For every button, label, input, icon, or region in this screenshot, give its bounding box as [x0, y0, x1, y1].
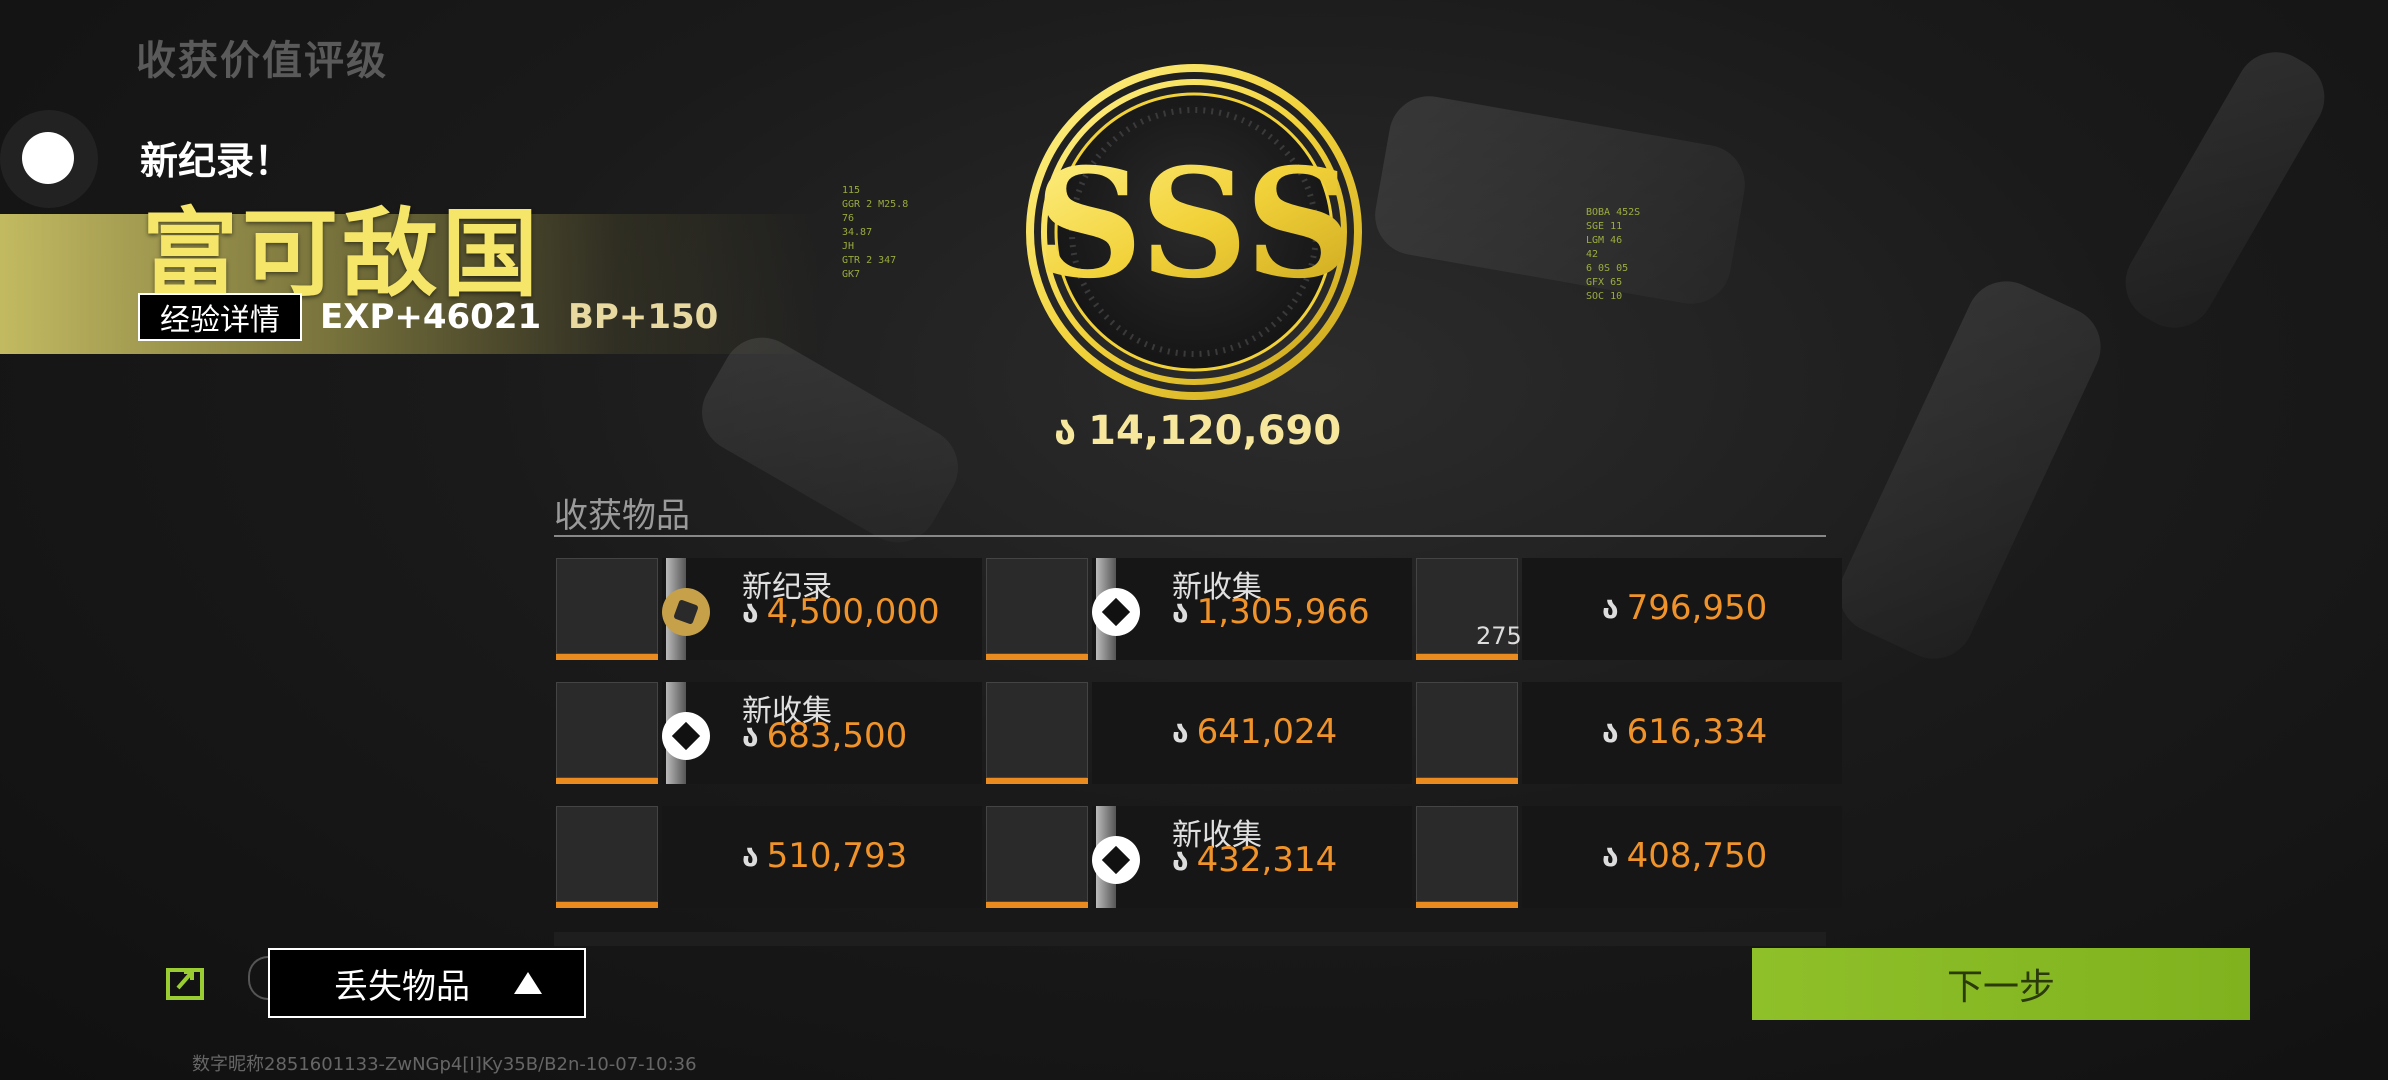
item-value: ა 408,750	[1602, 836, 1767, 876]
exp-reward: EXP+46021	[320, 297, 542, 337]
collected-item[interactable]: ა 796,950 275	[1416, 558, 1842, 662]
item-rarity-bar	[986, 654, 1088, 660]
item-value: ა 510,793	[742, 836, 907, 876]
item-value-amount: 408,750	[1626, 836, 1768, 876]
collected-item[interactable]: 新收集 ა 1,305,966	[986, 558, 1412, 662]
item-value: ა 641,024	[1172, 712, 1337, 752]
bg-decor	[2111, 37, 2339, 343]
item-thumbnail	[1416, 806, 1518, 902]
currency-icon: ა	[742, 594, 759, 630]
item-value: ა 796,950	[1602, 588, 1767, 628]
currency-icon: ა	[1602, 590, 1619, 626]
page-title: 收获价值评级	[136, 38, 388, 84]
item-value-amount: 641,024	[1196, 712, 1338, 752]
new-badge-icon	[1092, 588, 1140, 636]
collected-item[interactable]: ა 510,793	[556, 806, 982, 910]
item-rarity-bar	[986, 902, 1088, 908]
item-rarity-bar	[986, 778, 1088, 784]
item-thumbnail	[986, 806, 1088, 902]
item-count: 275	[1476, 622, 1522, 650]
collected-item[interactable]: 新收集 ა 683,500	[556, 682, 982, 786]
section-divider	[554, 535, 1826, 537]
item-thumbnail	[986, 558, 1088, 654]
next-step-button[interactable]: 下一步	[1752, 948, 2250, 1020]
total-value-amount: 14,120,690	[1088, 408, 1342, 454]
collected-item[interactable]: ა 408,750	[1416, 806, 1842, 910]
currency-icon: ა	[742, 838, 759, 874]
hud-readout-left: 115 GGR 2 M25.8 76 34.87 JH GTR 2 347 GK7	[842, 185, 909, 280]
total-value: ა 14,120,690	[1054, 408, 1341, 454]
new-badge-icon	[662, 712, 710, 760]
collected-section-title: 收获物品	[554, 496, 690, 536]
rank-coin-icon: SSS	[1026, 64, 1362, 400]
bg-decor	[687, 323, 973, 557]
item-value-amount: 510,793	[766, 836, 908, 876]
chevron-up-icon	[514, 972, 542, 994]
item-rarity-bar	[1416, 902, 1518, 908]
item-thumbnail	[556, 558, 658, 654]
item-thumbnail	[1416, 682, 1518, 778]
currency-icon: ა	[742, 718, 759, 754]
currency-icon: ა	[1172, 594, 1189, 630]
lost-items-label: 丢失物品	[334, 966, 470, 1007]
currency-icon: ა	[1054, 408, 1077, 454]
collected-item[interactable]: 新收集 ა 432,314	[986, 806, 1412, 910]
item-value: ა 616,334	[1602, 712, 1767, 752]
currency-icon: ა	[1172, 842, 1189, 878]
item-value-amount: 4,500,000	[766, 592, 940, 632]
currency-icon: ა	[1602, 714, 1619, 750]
share-icon[interactable]	[166, 960, 210, 1000]
item-value: ა 1,305,966	[1172, 592, 1370, 632]
new-badge-icon	[1092, 836, 1140, 884]
collected-item[interactable]: ა 616,334	[1416, 682, 1842, 786]
item-value: ა 4,500,000	[742, 592, 940, 632]
rank-grade-text: SSS	[1035, 136, 1353, 312]
item-value-amount: 616,334	[1626, 712, 1768, 752]
player-id-text: 数字昵称2851601133-ZwNGp4[I]Ky35B/B2n-10-07-…	[192, 1054, 697, 1075]
item-value: ა 683,500	[742, 716, 907, 756]
lost-items-toggle[interactable]: 丢失物品	[268, 948, 586, 1018]
item-thumbnail	[556, 682, 658, 778]
bp-reward: BP+150	[568, 297, 719, 337]
currency-icon: ა	[1172, 714, 1189, 750]
next-row-partial	[554, 932, 1826, 946]
bg-decor	[1368, 89, 1752, 311]
item-rarity-bar	[556, 654, 658, 660]
item-value-amount: 683,500	[766, 716, 908, 756]
record-badge-icon	[662, 588, 710, 636]
record-indicator-dot	[22, 132, 74, 184]
bg-decor	[1826, 268, 2114, 672]
item-rarity-bar	[1416, 778, 1518, 784]
item-rarity-bar	[556, 778, 658, 784]
collected-item[interactable]: ა 641,024	[986, 682, 1412, 786]
item-value: ა 432,314	[1172, 840, 1337, 880]
currency-icon: ა	[1602, 838, 1619, 874]
item-thumbnail	[556, 806, 658, 902]
exp-details-button[interactable]: 经验详情	[138, 293, 302, 341]
hud-readout-right: BOBA 452S SGE 11 LGM 46 42 6 0S 05 GFX 65 SOC…	[1586, 207, 1641, 302]
item-value-amount: 432,314	[1196, 840, 1338, 880]
item-thumbnail	[986, 682, 1088, 778]
item-rarity-bar	[556, 902, 658, 908]
item-value-amount: 796,950	[1626, 588, 1768, 628]
collected-item[interactable]: 新纪录 ა 4,500,000	[556, 558, 982, 662]
item-value-amount: 1,305,966	[1196, 592, 1370, 632]
